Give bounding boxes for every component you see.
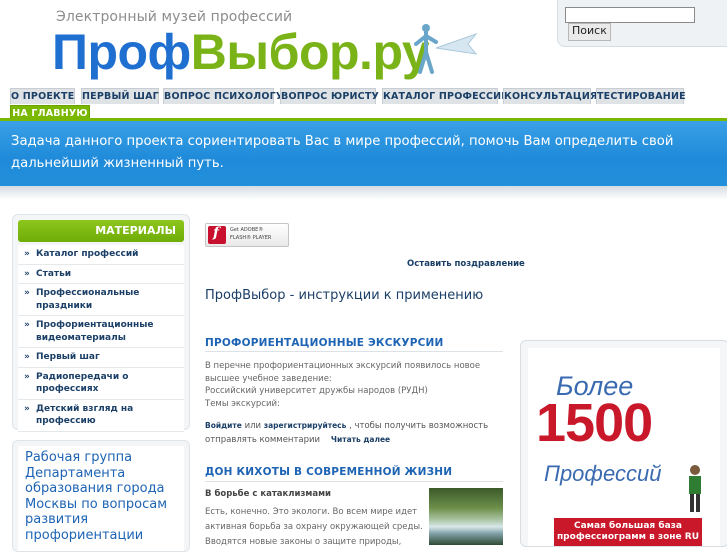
- sidebar-item-first-step[interactable]: » Первый шаг: [18, 348, 184, 368]
- nav-item-psychologist[interactable]: ВОПРОС ПСИХОЛОГУ: [163, 88, 283, 104]
- sidebar-item-label: Профессиональные праздники: [36, 288, 140, 311]
- flash-text-line1: Get ADOBE®: [230, 227, 264, 233]
- excursions-text: В перечне профориентационных экскурсий п…: [205, 360, 505, 410]
- bullet-icon: »: [24, 288, 30, 298]
- donquixote-text: Есть, конечно. Это экологи. Во всем мире…: [205, 507, 423, 547]
- sidebar-item-articles[interactable]: » Статьи: [18, 265, 184, 284]
- ad-inner: Более 1500 Профессий Самая большая база …: [528, 348, 720, 546]
- sidebar-header: МАТЕРИАЛЫ: [18, 220, 184, 242]
- excursions-line: Темы экскурсий:: [205, 398, 280, 409]
- sidebar-item-kids-view[interactable]: » Детский взгляд на профессию: [18, 400, 184, 432]
- sidebar-item-videos[interactable]: » Профориентационные видеоматериалы: [18, 316, 184, 348]
- excursions-line: высшее учебное заведение:: [205, 373, 332, 384]
- ad-number: 1500: [536, 393, 653, 453]
- banner-shadow: [0, 186, 727, 200]
- working-group-link[interactable]: Рабочая группа Департамента образования …: [25, 450, 183, 543]
- bullet-icon: »: [24, 403, 30, 414]
- working-group-inner: Рабочая группа Департамента образования …: [18, 446, 184, 551]
- sidebar-list: » Каталог профессий » Статьи » Профессионал…: [18, 245, 184, 432]
- excursions-divider: [205, 351, 503, 352]
- excursions-title[interactable]: ПРОФОРИЕНТАЦИОННЫЕ ЭКСКУРСИИ: [205, 337, 443, 349]
- logo-part-prof: Проф: [52, 24, 191, 80]
- main-heading[interactable]: ПрофВыбор - инструкции к применению: [205, 288, 483, 303]
- register-link[interactable]: зарегистрируйтесь: [264, 421, 347, 430]
- donquixote-divider: [205, 481, 503, 482]
- sidebar-item-holidays[interactable]: » Профессиональные праздники: [18, 284, 184, 316]
- bullet-icon: »: [24, 268, 30, 279]
- sidebar-title: МАТЕРИАЛЫ: [95, 224, 176, 237]
- bullet-icon: »: [24, 249, 30, 259]
- search-box: Поиск: [557, 0, 727, 47]
- ad-bottom-text: Самая большая база профессиограмм в зоне…: [556, 521, 700, 542]
- bullet-icon: »: [24, 320, 30, 330]
- sidebar-item-radio[interactable]: » Радиопередачи о профессиях: [18, 368, 184, 400]
- congratulate-link[interactable]: Оставить поздравление: [407, 259, 525, 269]
- ad-bottom-banner: Самая большая база профессиограмм в зоне…: [554, 518, 702, 546]
- site-header: Электронный музей профессий ПрофВыбор.ру…: [0, 0, 727, 88]
- donquixote-subtitle: В борьбе с катаклизмами: [205, 489, 331, 499]
- nav-item-first-step[interactable]: ПЕРВЫЙ ШАГ: [81, 88, 159, 104]
- mission-banner: Задача данного проекта сориентировать Ва…: [0, 121, 727, 186]
- excursions-line: Российский университет дружбы народов (Р…: [205, 386, 428, 396]
- sidebar-item-label: Первый шаг: [36, 352, 100, 362]
- site-logo[interactable]: ПрофВыбор.ру: [52, 22, 430, 82]
- flash-text-line2: FLASH® PLAYER: [230, 235, 272, 241]
- nav-item-consultation[interactable]: КОНСУЛЬТАЦИЯ: [503, 88, 597, 104]
- banner-text: Задача данного проекта сориентировать Ва…: [11, 134, 674, 171]
- excursions-comment-note: Войдите или зарегистрируйтесь , чтобы по…: [205, 419, 505, 447]
- flash-icon: [208, 225, 226, 244]
- nav-item-catalog[interactable]: КАТАЛОГ ПРОФЕССИЙ: [382, 88, 509, 104]
- materials-sidebar: МАТЕРИАЛЫ » Каталог профессий » Статьи » Пр…: [12, 214, 190, 432]
- ad-line-professions: Профессий: [544, 461, 662, 486]
- logo-figure-icon: [410, 22, 480, 81]
- read-more-link[interactable]: Читать далее: [331, 435, 390, 444]
- sidebar-item-label: Профориентационные видеоматериалы: [36, 320, 154, 343]
- nav-item-about[interactable]: О ПРОЕКТЕ: [10, 88, 75, 104]
- nav-item-lawyer[interactable]: ВОПРОС ЮРИСТУ: [280, 88, 379, 104]
- professions-ad-box[interactable]: Более 1500 Профессий Самая большая база …: [520, 340, 727, 547]
- or-text: или: [244, 421, 262, 431]
- waterfall-photo: [429, 488, 503, 545]
- logo-part-vybor: Выбор.ру: [190, 24, 430, 80]
- donquixote-title[interactable]: ДОН КИХОТЫ В СОВРЕМЕННОЙ ЖИЗНИ: [205, 466, 452, 478]
- sidebar-item-label: Статьи: [36, 268, 72, 279]
- person-figure-icon: [681, 464, 709, 518]
- get-flash-player-button[interactable]: Get ADOBE® FLASH® PLAYER: [205, 223, 289, 247]
- sidebar-item-label: Радиопередачи о профессиях: [36, 371, 129, 395]
- excursions-line: В перечне профориентационных экскурсий п…: [205, 361, 481, 371]
- sidebar-item-catalog[interactable]: » Каталог профессий: [18, 245, 184, 265]
- login-link[interactable]: Войдите: [205, 421, 242, 430]
- sidebar-item-label: Детский взгляд на профессию: [36, 403, 134, 427]
- search-button[interactable]: Поиск: [568, 23, 611, 41]
- nav-item-testing[interactable]: ТЕСТИРОВАНИЕ: [596, 88, 686, 104]
- bullet-icon: »: [24, 371, 30, 382]
- sidebar-item-label: Каталог профессий: [36, 249, 139, 259]
- bullet-icon: »: [24, 352, 30, 362]
- working-group-box: Рабочая группа Департамента образования …: [12, 440, 190, 552]
- search-input[interactable]: [565, 7, 695, 23]
